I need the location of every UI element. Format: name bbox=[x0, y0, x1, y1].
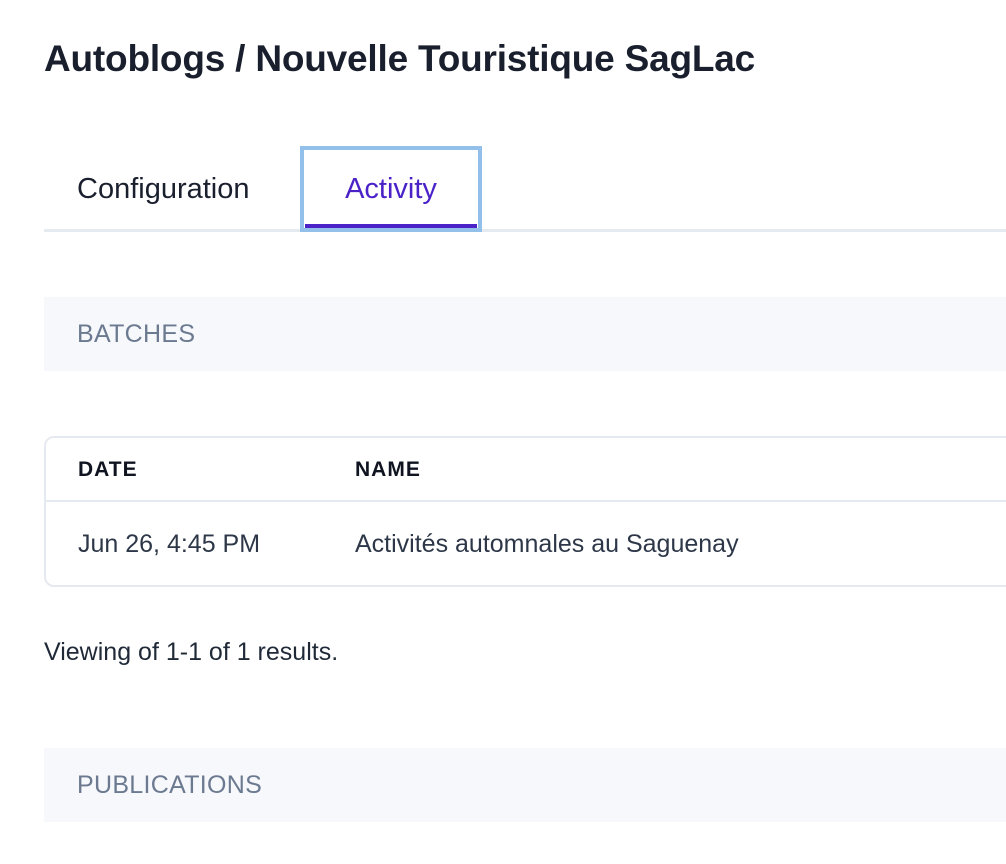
tab-activity[interactable]: Activity bbox=[300, 146, 482, 232]
batch-date-cell: Jun 26, 4:45 PM bbox=[78, 530, 261, 558]
batches-table: DATE NAME Jun 26, 4:45 PM Activités auto… bbox=[44, 436, 1006, 587]
publications-section-header: PUBLICATIONS bbox=[44, 748, 1006, 822]
column-header-name: NAME bbox=[355, 458, 421, 481]
batches-section-title: BATCHES bbox=[77, 320, 196, 348]
batch-name-cell: Activités automnales au Saguenay bbox=[355, 530, 739, 558]
tab-bar: Configuration Activity bbox=[44, 146, 1006, 232]
publications-section-title: PUBLICATIONS bbox=[77, 771, 263, 799]
table-row[interactable]: Jun 26, 4:45 PM Activités automnales au … bbox=[46, 502, 1006, 585]
batches-section-header: BATCHES bbox=[44, 297, 1006, 371]
page: Autoblogs / Nouvelle Touristique SagLac … bbox=[0, 0, 1006, 864]
column-header-date: DATE bbox=[78, 458, 138, 481]
active-tab-indicator bbox=[305, 224, 477, 228]
page-title: Autoblogs / Nouvelle Touristique SagLac bbox=[44, 38, 756, 79]
tab-activity-label: Activity bbox=[345, 173, 437, 205]
table-header-row: DATE NAME bbox=[46, 438, 1006, 502]
tab-configuration[interactable]: Configuration bbox=[77, 146, 250, 232]
results-count: Viewing of 1-1 of 1 results. bbox=[44, 638, 339, 666]
